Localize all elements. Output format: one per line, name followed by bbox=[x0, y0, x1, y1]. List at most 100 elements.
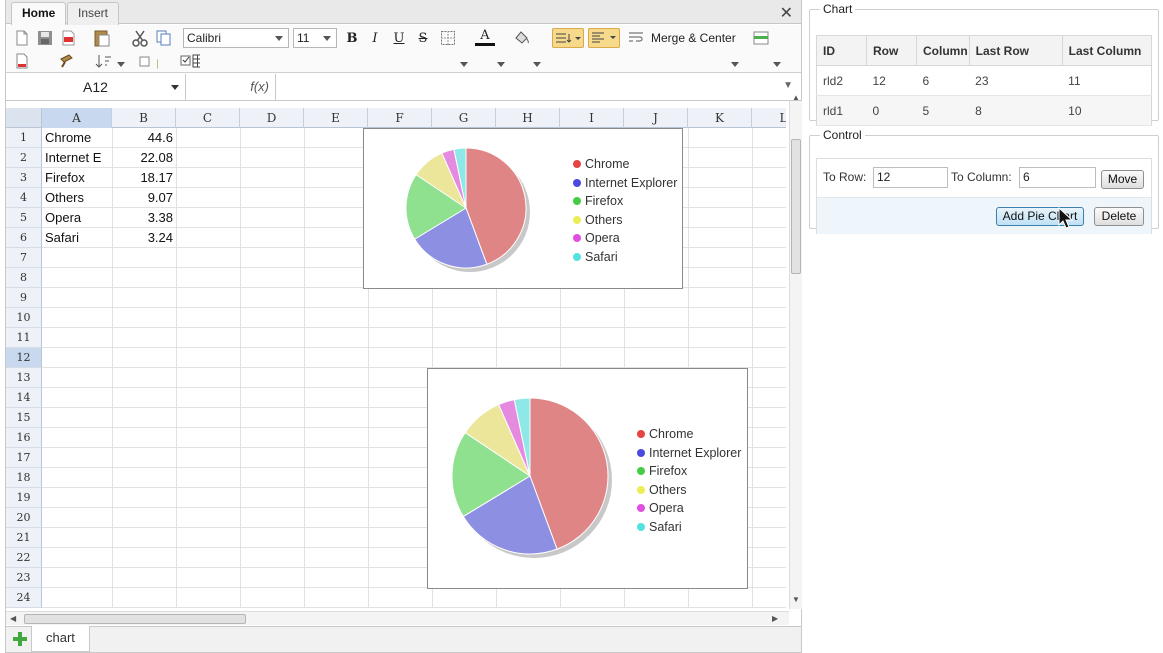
row-header-11[interactable]: 11 bbox=[6, 328, 42, 348]
column-header-E[interactable]: E bbox=[304, 108, 368, 128]
vertical-scrollbar[interactable]: ▲ ▼ bbox=[789, 93, 802, 609]
legend-item[interactable]: Others bbox=[573, 211, 677, 230]
export-pdf-icon[interactable] bbox=[58, 28, 78, 48]
legend-item[interactable]: Firefox bbox=[573, 192, 677, 211]
save-icon[interactable] bbox=[35, 28, 55, 48]
row-header-3[interactable]: 3 bbox=[6, 168, 42, 188]
row-header-1[interactable]: 1 bbox=[6, 128, 42, 148]
italic-button[interactable]: I bbox=[365, 28, 385, 48]
paste-dropdown-icon[interactable] bbox=[117, 62, 125, 67]
legend-item[interactable]: Safari bbox=[637, 518, 741, 537]
cell-A1[interactable]: Chrome bbox=[42, 128, 112, 148]
row-header-7[interactable]: 7 bbox=[6, 248, 42, 268]
select-all-corner[interactable] bbox=[6, 108, 42, 128]
column-header-A[interactable]: A bbox=[42, 108, 112, 128]
underline-button[interactable]: U bbox=[389, 28, 409, 48]
table-row[interactable]: rld2 12 6 23 11 bbox=[816, 65, 1152, 96]
legend-item[interactable]: Internet Explorer bbox=[637, 444, 741, 463]
row-header-21[interactable]: 21 bbox=[6, 528, 42, 548]
cell-B3[interactable]: 18.17 bbox=[112, 168, 176, 188]
column-header-K[interactable]: K bbox=[688, 108, 752, 128]
cell-A3[interactable]: Firefox bbox=[42, 168, 112, 188]
column-header-H[interactable]: H bbox=[496, 108, 560, 128]
row-header-4[interactable]: 4 bbox=[6, 188, 42, 208]
sheet-tab-chart[interactable]: chart bbox=[31, 626, 90, 652]
cell-B1[interactable]: 44.6 bbox=[112, 128, 176, 148]
horizontal-scrollbar[interactable]: ◀ ▶ bbox=[6, 611, 789, 625]
vertical-align-button[interactable] bbox=[552, 28, 584, 48]
legend-item[interactable]: Internet Explorer bbox=[573, 174, 677, 193]
legend-item[interactable]: Chrome bbox=[637, 425, 741, 444]
row-header-22[interactable]: 22 bbox=[6, 548, 42, 568]
row-header-9[interactable]: 9 bbox=[6, 288, 42, 308]
horizontal-scroll-thumb[interactable] bbox=[24, 614, 246, 624]
wrap-text-icon[interactable] bbox=[626, 28, 646, 48]
column-header-B[interactable]: B bbox=[112, 108, 176, 128]
row-header-2[interactable]: 2 bbox=[6, 148, 42, 168]
name-box[interactable]: A12 bbox=[6, 74, 186, 100]
column-header-C[interactable]: C bbox=[176, 108, 240, 128]
merge-center-button[interactable]: Merge & Center bbox=[651, 28, 736, 48]
column-header-L[interactable]: L bbox=[752, 108, 786, 128]
column-header-D[interactable]: D bbox=[240, 108, 304, 128]
legend-item[interactable]: Opera bbox=[637, 499, 741, 518]
tab-home[interactable]: Home bbox=[11, 2, 67, 26]
borders-dropdown-icon[interactable] bbox=[460, 62, 468, 67]
new-document-icon[interactable] bbox=[12, 28, 32, 48]
horizontal-align-button[interactable] bbox=[588, 28, 620, 48]
cell-A4[interactable]: Others bbox=[42, 188, 112, 208]
scroll-right-icon[interactable]: ▶ bbox=[772, 614, 778, 623]
font-name-select[interactable]: Calibri bbox=[183, 28, 289, 48]
cut-icon[interactable] bbox=[130, 28, 150, 48]
font-size-select[interactable]: 11 bbox=[293, 28, 337, 48]
cell-A2[interactable]: Internet E bbox=[42, 148, 112, 168]
row-header-13[interactable]: 13 bbox=[6, 368, 42, 388]
font-color-dropdown-icon[interactable] bbox=[497, 62, 505, 67]
row-header-19[interactable]: 19 bbox=[6, 488, 42, 508]
cell-B6[interactable]: 3.24 bbox=[112, 228, 176, 248]
legend-item[interactable]: Opera bbox=[573, 229, 677, 248]
strikethrough-button[interactable]: S bbox=[413, 28, 433, 48]
row-header-15[interactable]: 15 bbox=[6, 408, 42, 428]
move-button[interactable]: Move bbox=[1101, 170, 1144, 189]
bold-button[interactable]: B bbox=[342, 28, 362, 48]
formula-input[interactable] bbox=[278, 77, 758, 97]
legend-item[interactable]: Others bbox=[637, 481, 741, 500]
expand-formula-icon[interactable]: ▼ bbox=[783, 80, 793, 91]
column-header-J[interactable]: J bbox=[624, 108, 688, 128]
row-header-14[interactable]: 14 bbox=[6, 388, 42, 408]
insert-dropdown-icon[interactable] bbox=[773, 62, 781, 67]
row-header-6[interactable]: 6 bbox=[6, 228, 42, 248]
cell-A6[interactable]: Safari bbox=[42, 228, 112, 248]
insert-row-icon[interactable] bbox=[751, 28, 771, 48]
column-header-I[interactable]: I bbox=[560, 108, 624, 128]
add-sheet-icon[interactable] bbox=[11, 630, 29, 648]
lock-cell-icon[interactable] bbox=[138, 51, 158, 71]
row-header-24[interactable]: 24 bbox=[6, 588, 42, 608]
paste-icon[interactable] bbox=[92, 28, 112, 48]
pie-chart-rld2[interactable]: Chrome Internet Explorer Firefox Others Oper… bbox=[427, 368, 748, 589]
legend-item[interactable]: Safari bbox=[573, 248, 677, 267]
cell-grid[interactable]: A B C D E F G H I J K L 1 2 3 4 5 6 7 8 9 10 11 12 13 14 15 16 17 18 1… bbox=[6, 108, 786, 610]
format-painter-icon[interactable] bbox=[58, 51, 78, 71]
row-header-17[interactable]: 17 bbox=[6, 448, 42, 468]
close-icon[interactable]: ✕ bbox=[780, 3, 793, 23]
cell-B4[interactable]: 9.07 bbox=[112, 188, 176, 208]
copy-icon[interactable] bbox=[154, 28, 174, 48]
pie-chart-rld1[interactable]: Chrome Internet Explorer Firefox Others Oper… bbox=[363, 128, 683, 289]
row-header-20[interactable]: 20 bbox=[6, 508, 42, 528]
vertical-scroll-thumb[interactable] bbox=[791, 139, 801, 274]
row-header-8[interactable]: 8 bbox=[6, 268, 42, 288]
clear-icon[interactable] bbox=[12, 51, 32, 71]
fill-color-dropdown-icon[interactable] bbox=[533, 62, 541, 67]
tab-insert[interactable]: Insert bbox=[67, 2, 120, 25]
borders-icon[interactable] bbox=[438, 28, 458, 48]
row-header-12[interactable]: 12 bbox=[6, 348, 42, 368]
legend-item[interactable]: Firefox bbox=[637, 462, 741, 481]
cell-A5[interactable]: Opera bbox=[42, 208, 112, 228]
row-header-10[interactable]: 10 bbox=[6, 308, 42, 328]
scroll-up-icon[interactable]: ▲ bbox=[792, 93, 800, 102]
fill-color-icon[interactable] bbox=[511, 28, 531, 48]
column-header-G[interactable]: G bbox=[432, 108, 496, 128]
row-header-18[interactable]: 18 bbox=[6, 468, 42, 488]
